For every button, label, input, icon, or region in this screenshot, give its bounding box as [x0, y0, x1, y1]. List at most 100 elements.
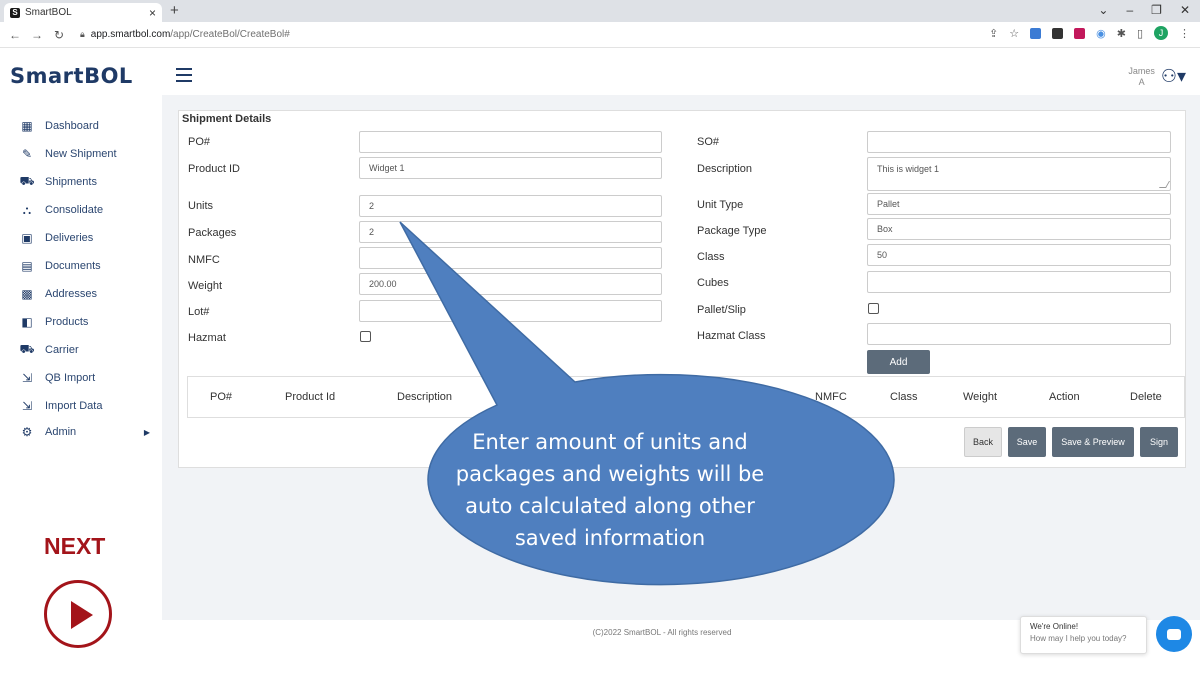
sidebar-item-products[interactable]: ◧ Products — [20, 315, 150, 329]
extensions-bar: ⇪ ☆ ◉ ✱ ▯ J ⋮ — [989, 26, 1190, 40]
units-label: Units — [188, 200, 214, 212]
tab-title: SmartBOL — [25, 7, 72, 18]
class-input[interactable]: 50 — [867, 244, 1171, 266]
extensions-puzzle-icon[interactable]: ✱ — [1117, 27, 1126, 40]
dashboard-icon: ▦ — [21, 119, 33, 133]
col-delete: Delete — [1130, 391, 1162, 403]
sidebar-item-addresses[interactable]: ▩ Addresses — [20, 287, 150, 301]
col-po: PO# — [210, 391, 233, 403]
so-input[interactable] — [867, 131, 1171, 153]
hamburger-menu-icon[interactable] — [176, 68, 192, 86]
user-name: James A — [1128, 66, 1155, 88]
add-button[interactable]: Add — [867, 350, 930, 374]
import-icon: ⇲ — [21, 399, 33, 413]
close-window-icon[interactable]: ✕ — [1180, 3, 1190, 17]
packages-input[interactable]: 2 — [359, 221, 662, 243]
box-icon: ◧ — [21, 315, 33, 329]
description-label: Description — [697, 163, 753, 175]
extension-dollar-icon[interactable] — [1074, 27, 1086, 39]
weight-label: Weight — [188, 280, 223, 292]
truck-moving-icon: ⛟ — [19, 342, 35, 356]
description-textarea[interactable]: This is widget 1 — [867, 157, 1171, 191]
sidebar-item-shipments[interactable]: ⛟ Shipments — [19, 174, 150, 189]
nmfc-input[interactable] — [359, 247, 662, 269]
users-cog-icon: ⚙ — [21, 425, 33, 439]
back-arrow-icon[interactable]: ← — [8, 28, 22, 42]
url-host: app.smartbol.com — [90, 29, 171, 40]
sidebar-item-label: Addresses — [45, 288, 97, 300]
sidebar-item-documents[interactable]: ▤ Documents — [20, 259, 150, 273]
url-field[interactable]: 🔒︎ app.smartbol.com/app/CreateBol/Create… — [80, 29, 290, 40]
truck-icon: ⛟ — [19, 174, 35, 188]
close-tab-icon[interactable]: × — [149, 6, 156, 20]
hazmat-class-label: Hazmat Class — [697, 330, 766, 342]
play-next-icon[interactable] — [44, 580, 112, 648]
extension-square-icon[interactable] — [1052, 27, 1064, 39]
chat-icon[interactable] — [1156, 616, 1192, 652]
package-type-input[interactable]: Box — [867, 218, 1171, 240]
menu-kebab-icon[interactable]: ⋮ — [1179, 27, 1190, 40]
caret-right-icon: ▶ — [143, 427, 150, 437]
so-label: SO# — [697, 136, 720, 148]
back-button[interactable]: Back — [964, 427, 1002, 457]
units-input[interactable]: 2 — [359, 195, 662, 217]
cubes-input[interactable] — [867, 271, 1171, 293]
browser-tab[interactable]: S SmartBOL × — [4, 3, 162, 22]
class-label: Class — [697, 251, 725, 263]
unit-type-input[interactable]: Pallet — [867, 193, 1171, 215]
sidebar-item-label: QB Import — [45, 372, 96, 384]
forward-arrow-icon[interactable]: → — [30, 28, 44, 42]
pallet-slip-label: Pallet/Slip — [697, 304, 746, 316]
minimize-icon[interactable]: – — [1126, 3, 1133, 17]
sidebar-item-carrier[interactable]: ⛟ Carrier — [19, 342, 150, 357]
lot-label: Lot# — [188, 306, 210, 318]
sign-button[interactable]: Sign — [1140, 427, 1178, 457]
chat-title: We're Online! — [1030, 622, 1079, 631]
col-action: Action — [1049, 391, 1080, 403]
product-id-input[interactable]: Widget 1 — [359, 157, 662, 179]
sidebar-item-admin[interactable]: ⚙ Admin ▶ — [20, 425, 150, 439]
callout-line: Enter amount of units and — [472, 430, 748, 454]
sidepanel-icon[interactable]: ▯ — [1137, 27, 1143, 40]
sidebar-item-import-data[interactable]: ⇲ Import Data — [20, 399, 150, 413]
save-button[interactable]: Save — [1008, 427, 1046, 457]
lock-icon: 🔒︎ — [80, 29, 85, 39]
extension-circle-icon[interactable]: ◉ — [1096, 27, 1106, 40]
panel-title: Shipment Details — [182, 113, 272, 125]
callout-line: packages and weights will be — [455, 462, 765, 486]
weight-input[interactable]: 200.00 — [359, 273, 662, 295]
user-icon: ⚇▾ — [1160, 66, 1186, 86]
sidebar-item-label: Import Data — [45, 400, 103, 412]
smartbol-logo[interactable]: SmartBOL — [10, 64, 133, 88]
extension-pen-icon[interactable] — [1030, 27, 1042, 39]
browser-tab-strip: S SmartBOL × + ⌄ – ❐ ✕ — [0, 0, 1200, 22]
sidebar-item-consolidate[interactable]: ⛬ Consolidate — [20, 203, 150, 217]
user-menu[interactable]: James A ⚇▾ — [1128, 66, 1186, 88]
pallet-slip-checkbox[interactable] — [868, 303, 879, 314]
sidebar-item-label: New Shipment — [45, 148, 117, 160]
tab-search-icon[interactable]: ⌄ — [1098, 3, 1108, 17]
chat-greeting[interactable]: We're Online! How may I help you today? — [1020, 616, 1147, 654]
bookmark-star-icon[interactable]: ☆ — [1009, 27, 1019, 40]
lot-input[interactable] — [359, 300, 662, 322]
hazmat-label: Hazmat — [188, 332, 226, 344]
sidebar-item-deliveries[interactable]: ▣ Deliveries — [20, 231, 150, 245]
chat-subtitle: How may I help you today? — [1030, 634, 1127, 643]
sidebar-item-qb-import[interactable]: ⇲ QB Import — [20, 371, 150, 385]
restore-icon[interactable]: ❐ — [1151, 3, 1162, 17]
new-tab-icon[interactable]: + — [170, 2, 179, 19]
hazmat-class-input[interactable] — [867, 323, 1171, 345]
save-preview-button[interactable]: Save & Preview — [1052, 427, 1134, 457]
reload-icon[interactable]: ↻ — [52, 28, 66, 42]
sidebar-item-dashboard[interactable]: ▦ Dashboard — [20, 119, 150, 133]
profile-avatar[interactable]: J — [1154, 26, 1168, 40]
hazmat-checkbox[interactable] — [360, 331, 371, 342]
sidebar-item-label: Admin — [45, 426, 77, 438]
po-input[interactable] — [359, 131, 662, 153]
sidebar-item-new-shipment[interactable]: ✎ New Shipment — [20, 147, 150, 161]
share-icon[interactable]: ⇪ — [989, 27, 998, 40]
col-weight: Weight — [963, 391, 998, 403]
sidebar-item-label: Carrier — [45, 344, 79, 356]
callout-line: auto calculated along other — [465, 494, 755, 518]
next-label[interactable]: NEXT — [44, 533, 105, 560]
